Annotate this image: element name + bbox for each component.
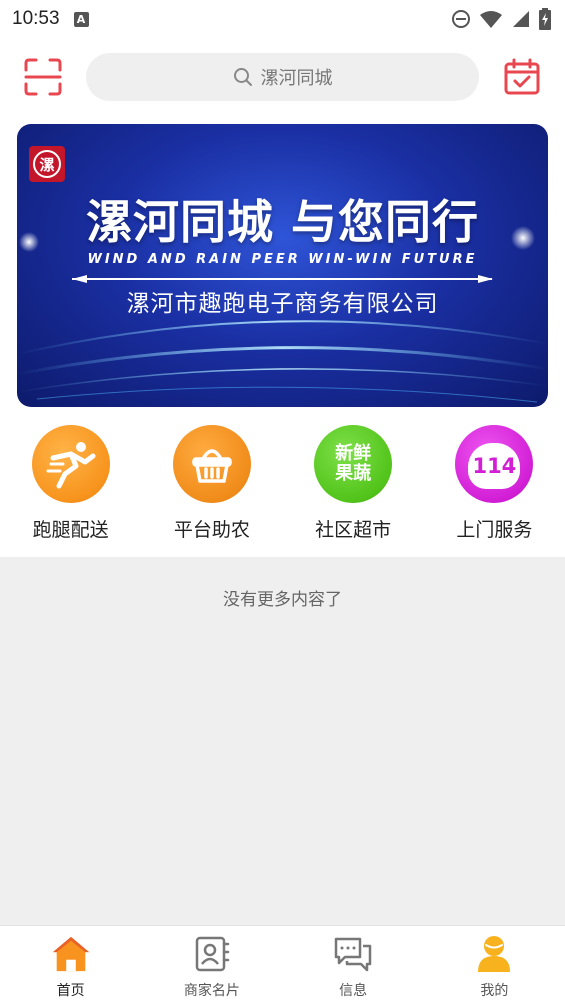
category-label: 跑腿配送	[32, 519, 109, 541]
nav-item-home[interactable]: 首页	[0, 926, 141, 1004]
calendar-check-icon	[504, 58, 540, 95]
category-farm-support[interactable]: 平台助农	[141, 420, 282, 557]
search-placeholder: 漯河同城	[260, 68, 333, 89]
status-time: 10:53	[12, 8, 60, 29]
nav-label: 商家名片	[183, 983, 240, 999]
banner-company: 漯河市趣跑电子商务有限公司	[126, 291, 439, 317]
category-label: 平台助农	[173, 519, 250, 541]
nav-item-business-cards[interactable]: 商家名片	[141, 926, 282, 1004]
scan-icon	[24, 58, 62, 96]
promo-banner[interactable]: 漯 漯河同城 与您同行 WIND AND RAIN PEER WIN-WIN F…	[17, 124, 548, 407]
fresh-produce-icon: 新鲜 果蔬	[314, 425, 393, 503]
service-114-icon: 114	[455, 425, 534, 503]
notification-a-icon: A	[73, 11, 89, 27]
battery-icon	[539, 8, 551, 30]
nav-label: 信息	[339, 983, 368, 999]
home-icon	[51, 934, 91, 974]
signal-icon	[513, 11, 529, 27]
header: 漯河同城	[0, 38, 565, 116]
category-home-service[interactable]: 114 上门服务	[424, 420, 565, 557]
nav-label: 我的	[480, 983, 509, 999]
basket-icon	[172, 425, 251, 503]
scan-button[interactable]	[24, 58, 62, 96]
status-bar: 10:53 A	[0, 0, 565, 38]
no-more-content-text: 没有更多内容了	[223, 590, 342, 610]
content-area: 没有更多内容了	[0, 557, 565, 925]
search-icon	[233, 68, 252, 86]
category-community-market[interactable]: 新鲜 果蔬 社区超市	[283, 420, 424, 557]
do-not-disturb-icon	[452, 10, 470, 28]
category-label: 社区超市	[315, 519, 392, 541]
category-label: 上门服务	[456, 519, 533, 541]
contacts-icon	[192, 934, 232, 974]
calendar-button[interactable]	[503, 58, 541, 96]
banner-subtitle: WIND AND RAIN PEER WIN-WIN FUTURE	[87, 252, 478, 267]
runner-icon	[31, 425, 110, 503]
bottom-nav: 首页 商家名片 信息 我的	[0, 925, 565, 1004]
wifi-icon	[480, 11, 502, 28]
nav-item-messages[interactable]: 信息	[283, 926, 424, 1004]
category-grid: 跑腿配送 平台助农 新鲜 果蔬 社区超市 114 上门服务	[0, 420, 565, 557]
user-icon	[474, 934, 514, 974]
nav-label: 首页	[56, 983, 85, 999]
search-input[interactable]: 漯河同城	[86, 53, 479, 101]
banner-logo: 漯	[29, 146, 65, 182]
banner-title: 漯河同城 与您同行	[85, 195, 479, 249]
message-icon	[333, 934, 373, 974]
nav-item-mine[interactable]: 我的	[424, 926, 565, 1004]
category-errand-delivery[interactable]: 跑腿配送	[0, 420, 141, 557]
